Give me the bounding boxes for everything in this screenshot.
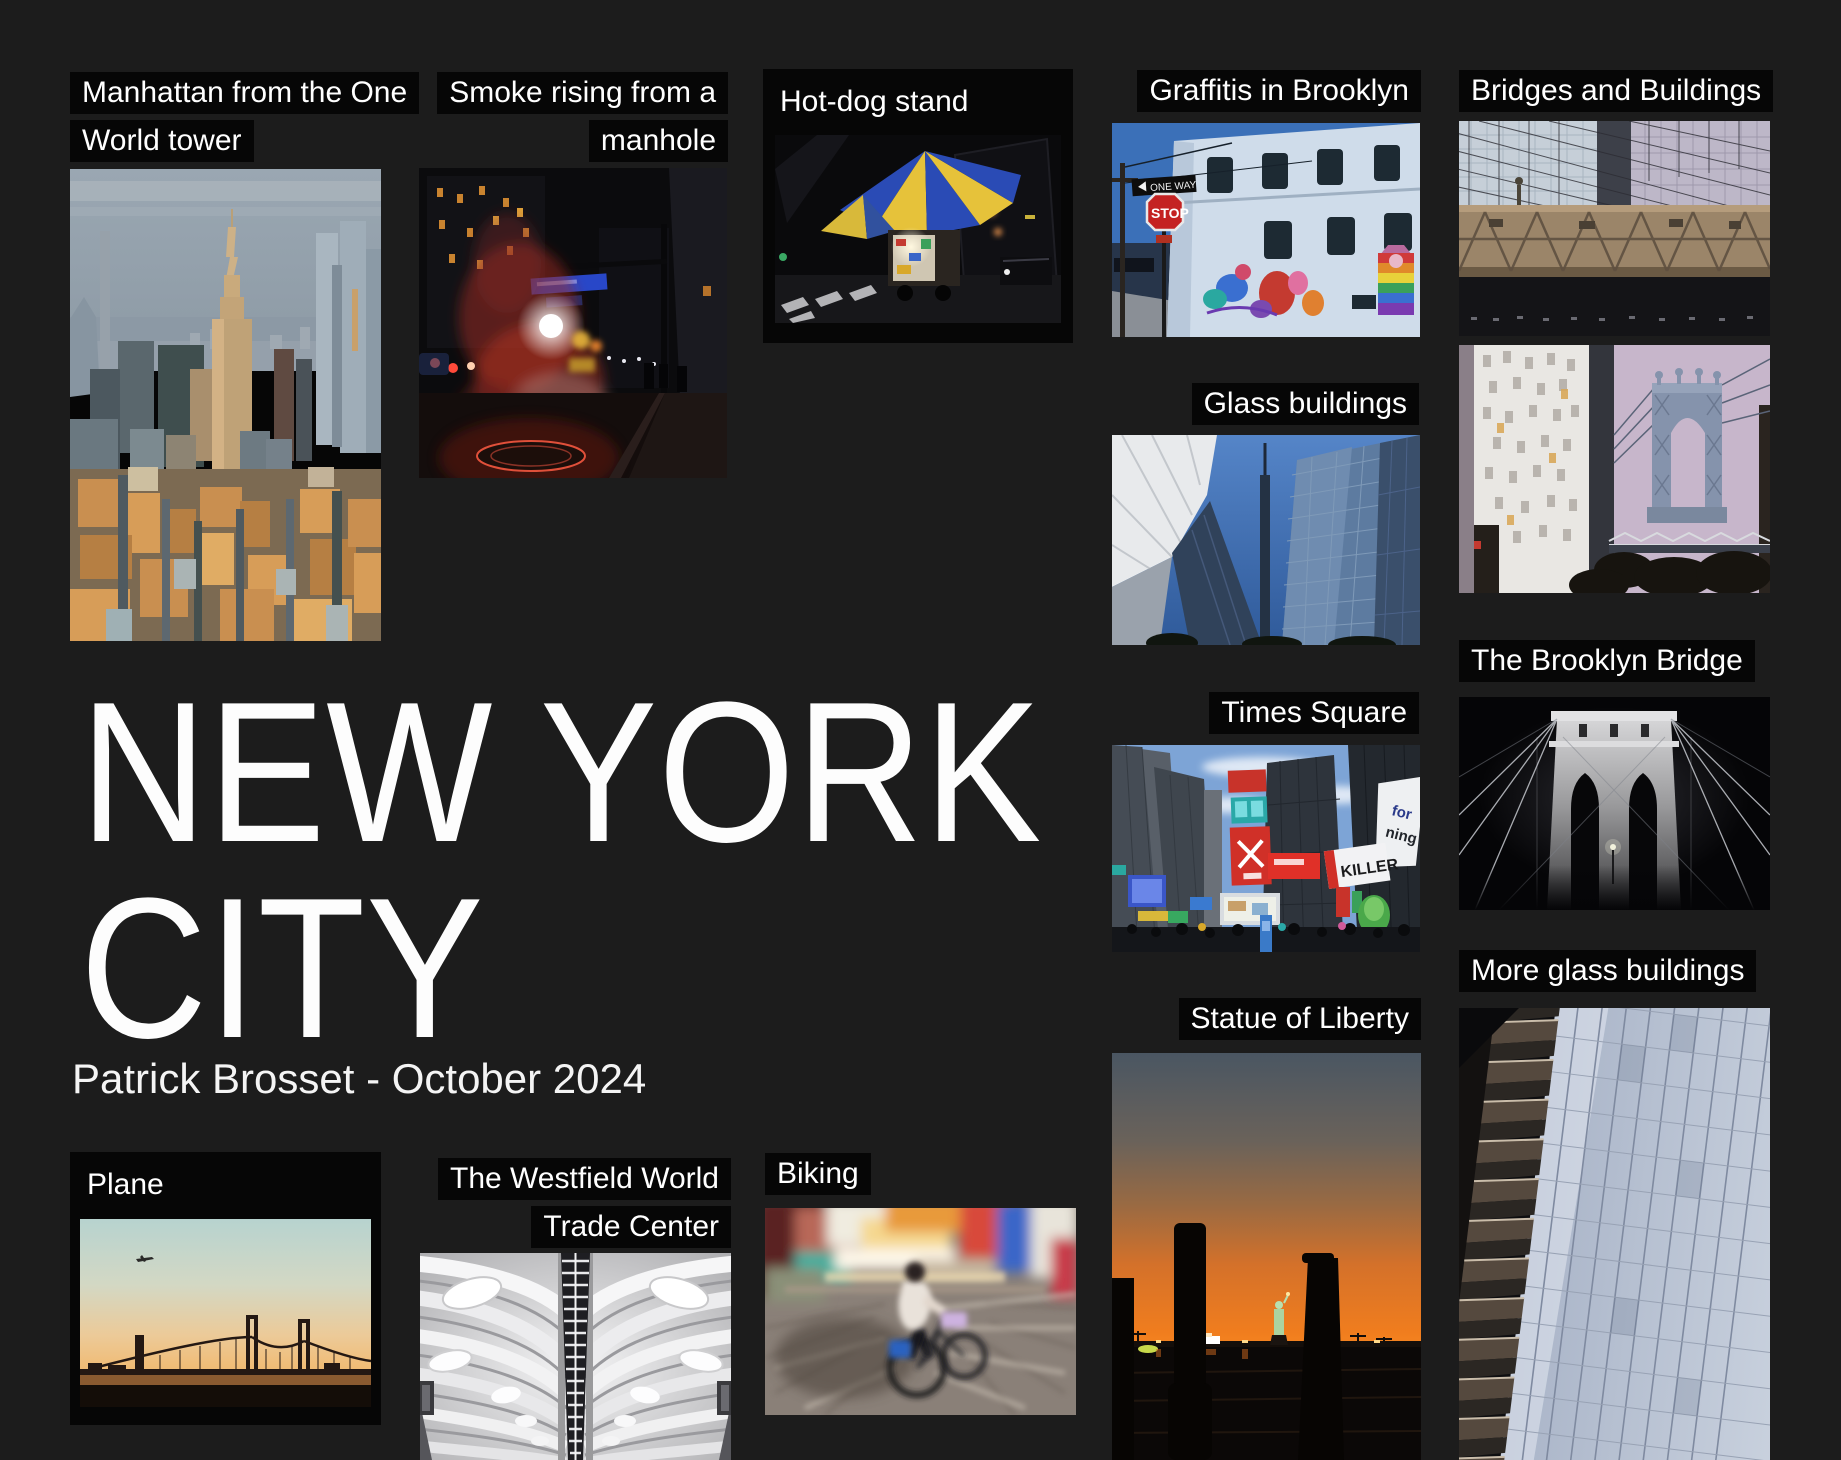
plane-art (80, 1219, 371, 1407)
caption-manhattan-line2: World tower (70, 120, 254, 162)
caption-manhattan-line1: Manhattan from the One (70, 72, 419, 114)
photo-manhattan-skyline[interactable] (70, 169, 381, 641)
caption-smoke-line1: Smoke rising from a (437, 72, 728, 114)
hotdog-stand-art (775, 135, 1061, 323)
page-subtitle: Patrick Brosset - October 2024 (72, 1056, 646, 1102)
brooklyn-bridge-art (1459, 697, 1770, 910)
photo-brooklyn-bridge[interactable] (1459, 697, 1770, 910)
westfield-oculus-art (420, 1253, 731, 1460)
caption-westfield-line1: The Westfield World (438, 1158, 731, 1200)
photo-statue-of-liberty[interactable] (1112, 1053, 1421, 1460)
caption-biking: Biking (765, 1153, 871, 1195)
caption-bridges: Bridges and Buildings (1459, 70, 1773, 112)
gallery-page: Manhattan from the One World tower Smoke… (0, 0, 1841, 1460)
photo-times-square[interactable]: for ning KILLER (1112, 745, 1420, 952)
bridge-tower (1647, 368, 1727, 523)
caption-glass: Glass buildings (1192, 383, 1419, 425)
statue-of-liberty-art (1112, 1053, 1421, 1460)
bridge-truss-art (1459, 121, 1770, 336)
caption-westfield-line2: Trade Center (531, 1206, 731, 1248)
caption-graffiti: Graffitis in Brooklyn (1137, 70, 1421, 112)
photo-smoke-manhole[interactable] (419, 168, 727, 478)
photo-biking[interactable] (765, 1208, 1076, 1415)
photo-glass-buildings[interactable] (1112, 435, 1420, 645)
photo-bridge-truss[interactable] (1459, 121, 1770, 336)
caption-plane: Plane (87, 1170, 164, 1200)
photo-plane (80, 1219, 371, 1407)
manhattan-bridge-art (1459, 345, 1770, 593)
caption-more-glass: More glass buildings (1459, 950, 1756, 992)
smoke-manhole-art (419, 168, 727, 478)
caption-statue: Statue of Liberty (1179, 998, 1421, 1040)
title-line-2: CITY (80, 857, 484, 1080)
card-plane[interactable]: Plane (70, 1152, 381, 1425)
title-line-1: NEW YORK (80, 661, 1042, 884)
photo-hotdog-stand (775, 135, 1061, 323)
caption-smoke-line2: manhole (589, 120, 728, 162)
graffiti-brooklyn-art: ONE WAY STOP (1112, 123, 1420, 337)
stop-sign-text: STOP (1151, 205, 1189, 221)
biking-art (765, 1208, 1076, 1415)
glass-buildings-art (1112, 435, 1420, 645)
more-glass-buildings-art (1459, 1008, 1770, 1460)
manhattan-skyline-art (70, 169, 381, 641)
caption-brooklyn-bridge: The Brooklyn Bridge (1459, 640, 1755, 682)
photo-graffiti-brooklyn[interactable]: ONE WAY STOP (1112, 123, 1420, 337)
page-title: NEW YORK CITY (80, 675, 1042, 1067)
photo-manhattan-bridge[interactable] (1459, 345, 1770, 593)
caption-hotdog: Hot-dog stand (780, 87, 968, 117)
caption-times-square: Times Square (1209, 692, 1419, 734)
photo-more-glass-buildings[interactable] (1459, 1008, 1770, 1460)
card-hotdog-stand[interactable]: Hot-dog stand (763, 69, 1073, 343)
times-square-art: for ning KILLER (1112, 745, 1420, 952)
photo-westfield-oculus[interactable] (420, 1253, 731, 1460)
